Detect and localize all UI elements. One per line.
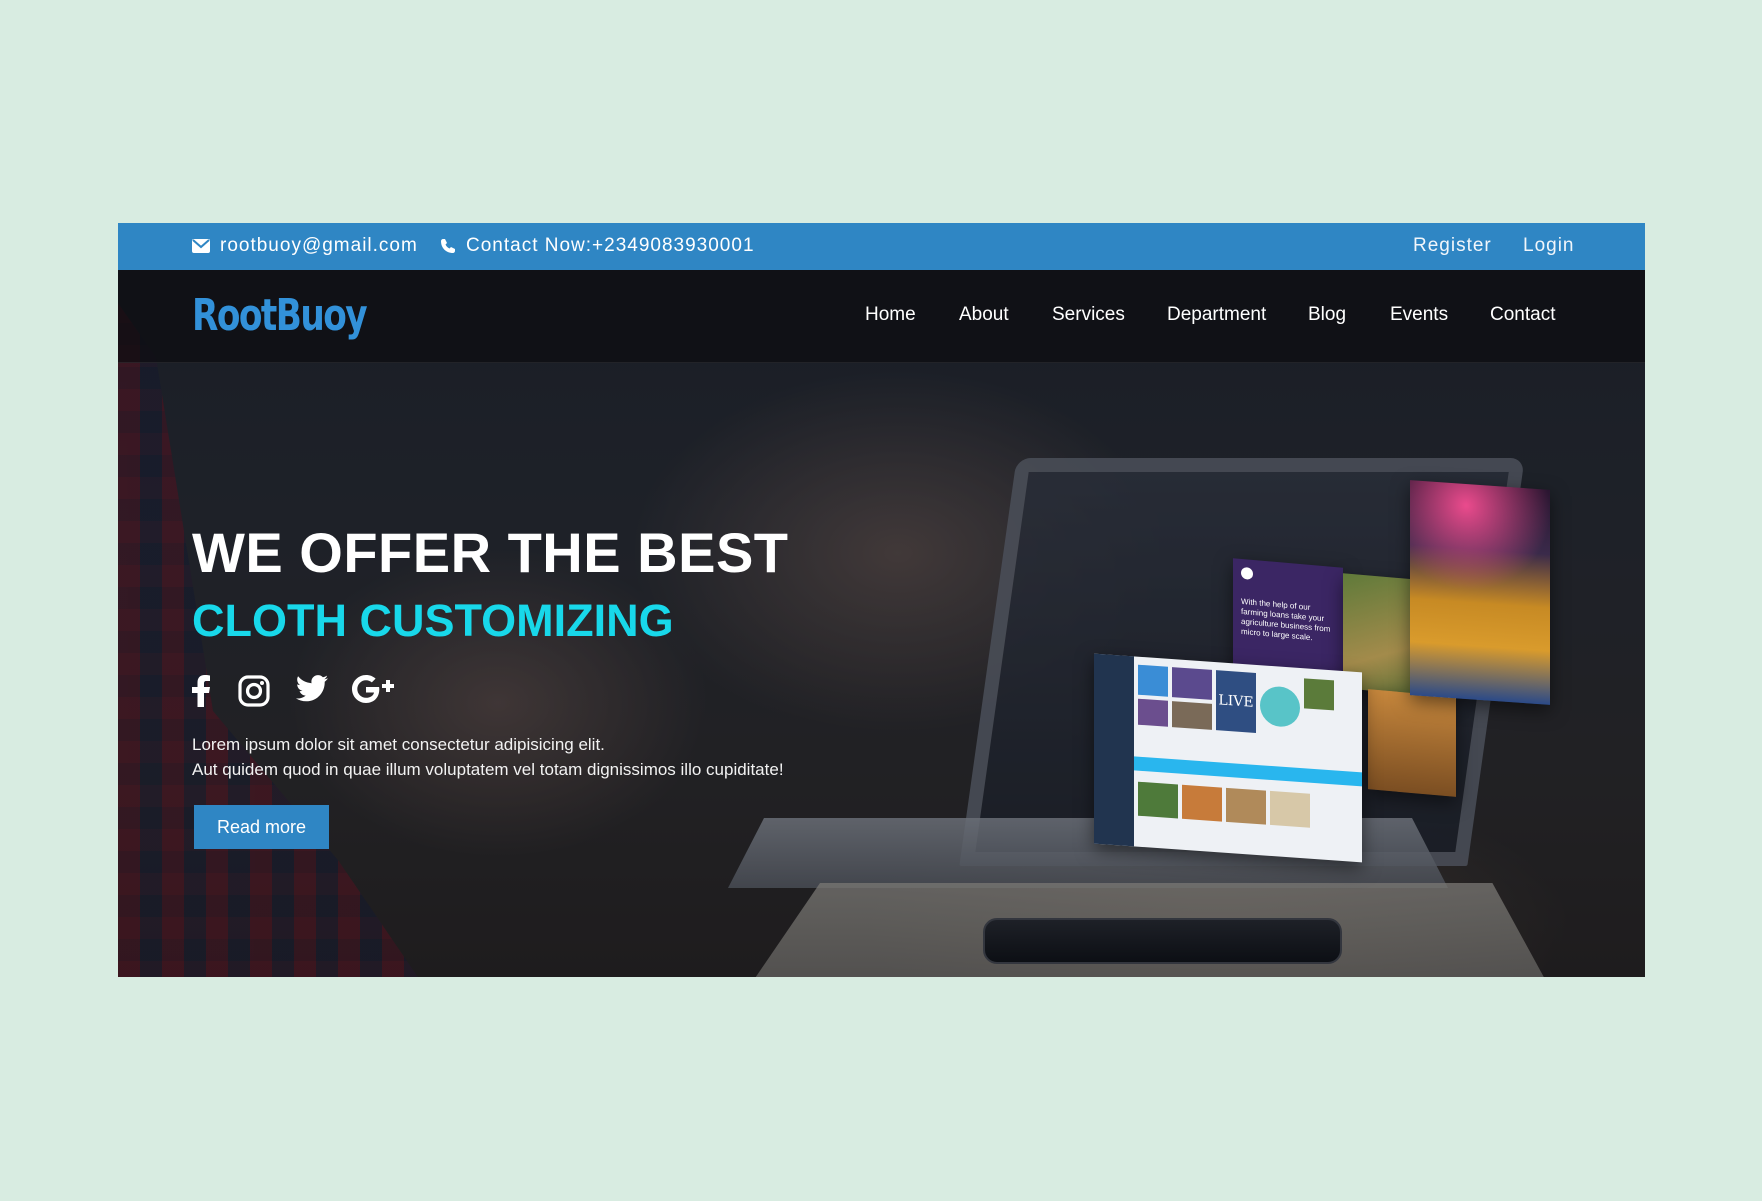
hero-description-line-1: Lorem ipsum dolor sit amet consectetur a…	[192, 735, 605, 754]
email-text: rootbuoy@gmail.com	[220, 235, 418, 256]
phone-text: Contact Now:+2349083930001	[466, 235, 755, 256]
mockup-tile	[1304, 678, 1334, 711]
mockup-person-photo	[1410, 480, 1550, 705]
mockup-tile	[1182, 784, 1222, 822]
mockup-circle-tile	[1260, 685, 1300, 729]
nav-services[interactable]: Services	[1052, 304, 1125, 326]
facebook-icon[interactable]	[192, 675, 210, 712]
website-screenshot: With the help of our farming loans take …	[118, 223, 1645, 977]
phone-contact[interactable]: Contact Now:+2349083930001	[440, 235, 755, 257]
instagram-icon[interactable]	[238, 675, 270, 712]
mockup-live-tile: LIVE	[1216, 670, 1256, 733]
register-link[interactable]: Register	[1413, 235, 1492, 257]
mockup-tile	[1172, 667, 1212, 700]
mockup-blue-bar	[1134, 756, 1362, 787]
mockup-tile	[1138, 664, 1168, 697]
mockup-logo-dot	[1241, 566, 1253, 580]
hero-subheadline: CLOTH CUSTOMIZING	[192, 595, 674, 646]
mockup-card-text: With the help of our farming loans take …	[1241, 596, 1331, 643]
mockup-tile	[1226, 787, 1266, 825]
read-more-button[interactable]: Read more	[194, 805, 329, 849]
mockup-tile	[1270, 790, 1310, 828]
email-contact[interactable]: rootbuoy@gmail.com	[192, 235, 418, 257]
hero-description-line-2: Aut quidem quod in quae illum voluptatem…	[192, 760, 784, 779]
hero-headline: WE OFFER THE BEST	[192, 521, 789, 584]
mockup-orange-photo	[1368, 689, 1456, 797]
login-link[interactable]: Login	[1523, 235, 1575, 257]
nav-about[interactable]: About	[959, 304, 1009, 326]
nav-department[interactable]: Department	[1167, 304, 1266, 326]
main-navbar: RootBuoy Home About Services Department …	[118, 270, 1645, 363]
twitter-icon[interactable]	[296, 675, 328, 708]
top-contact-bar: rootbuoy@gmail.com Contact Now:+23490839…	[118, 223, 1645, 270]
envelope-icon	[192, 239, 210, 253]
google-plus-icon[interactable]	[352, 675, 398, 710]
phone-icon	[441, 239, 455, 253]
site-logo[interactable]: RootBuoy	[192, 290, 368, 341]
mockup-tile	[1138, 781, 1178, 819]
mockup-main-screen: LIVE	[1094, 653, 1362, 863]
nav-blog[interactable]: Blog	[1308, 304, 1346, 326]
nav-home[interactable]: Home	[865, 304, 916, 326]
mockup-tile	[1172, 701, 1212, 730]
nav-contact[interactable]: Contact	[1490, 304, 1555, 326]
nav-events[interactable]: Events	[1390, 304, 1448, 326]
mockup-sidebar	[1094, 653, 1134, 847]
mockup-tile	[1138, 698, 1168, 727]
